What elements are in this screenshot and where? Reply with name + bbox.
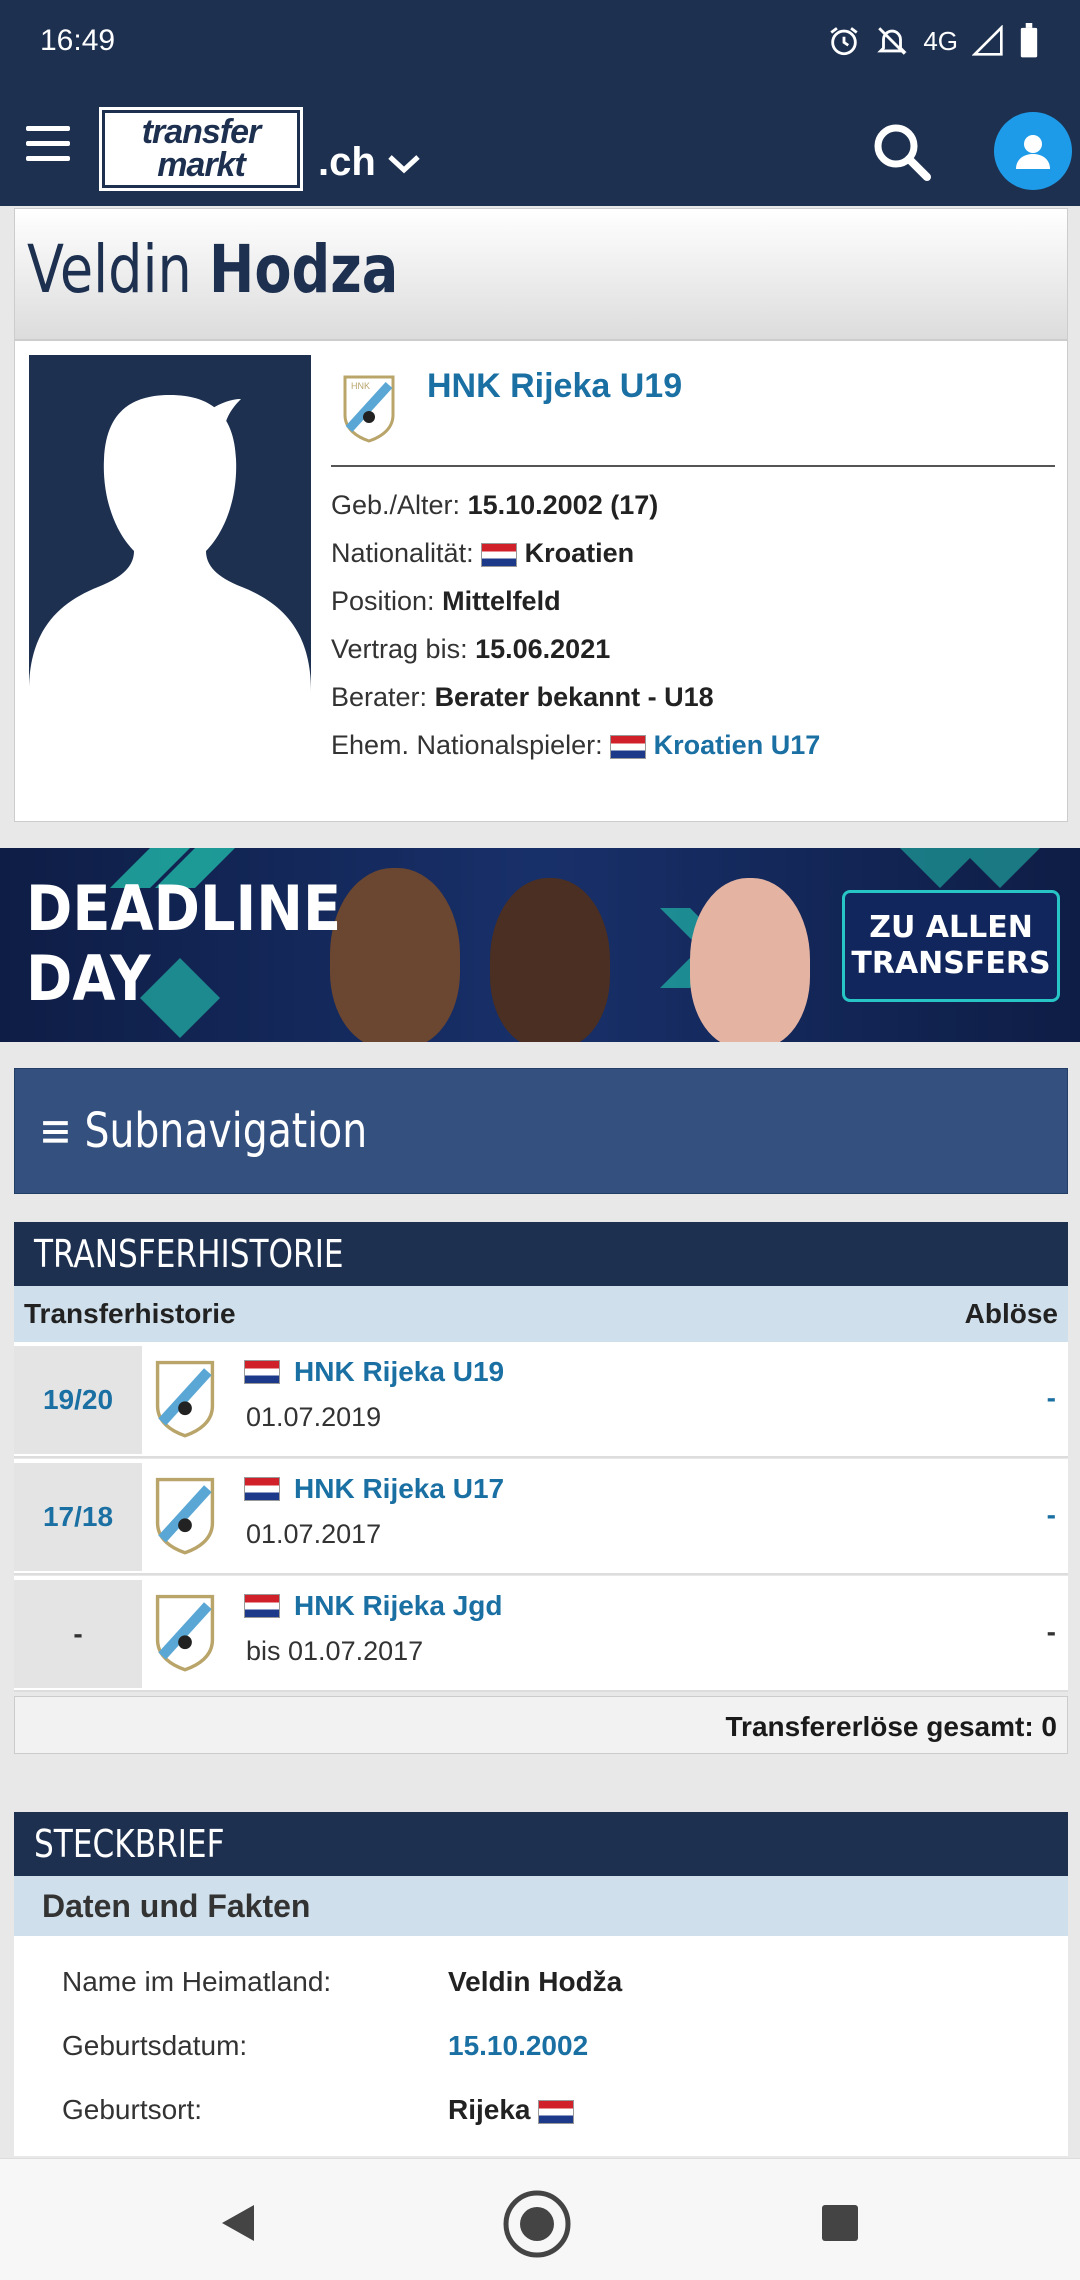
transfer-history-heading: TRANSFERHISTORIE [14,1222,1068,1286]
transfer-season[interactable]: 17/18 [14,1463,142,1571]
status-bar: 16:49 4G [0,0,1080,82]
battery-icon [1020,23,1038,58]
fact-birth: Geb./Alter: 15.10.2002 (17) [331,490,659,520]
back-icon[interactable] [216,2201,258,2245]
croatia-flag-icon [538,2099,575,2124]
player-first-name: Veldin [27,231,192,308]
status-time: 16:49 [40,24,116,57]
transfer-fee[interactable]: - [1047,1499,1056,1531]
croatia-flag-icon [244,1360,280,1384]
transfer-club[interactable]: HNK Rijeka U17 [294,1473,504,1505]
signal-icon [972,25,1003,56]
transfer-row[interactable]: 17/18 HNK Rijeka U17 01.07.2017 - [14,1459,1068,1575]
transfer-season: - [14,1580,142,1688]
fact-value: Rijeka [448,2094,575,2126]
transfer-row[interactable]: - HNK Rijeka Jgd bis 01.07.2017 - [14,1576,1068,1692]
menu-icon: ≡ [39,1103,85,1159]
facts-subheading: Daten und Fakten [14,1876,1068,1936]
transfer-table-header: Transferhistorie Ablöse [14,1286,1068,1342]
profile-heading: STECKBRIEF [14,1812,1068,1876]
transfermarkt-logo[interactable]: transfer markt [99,107,303,191]
club-crest-icon [155,1477,215,1555]
croatia-flag-icon [244,1594,280,1618]
domain-selector[interactable]: .ch [318,140,422,185]
domain-label: .ch [318,140,376,184]
transfer-date: 01.07.2019 [246,1402,382,1432]
subnavigation-toggle[interactable]: ≡ Subnavigation [14,1068,1068,1194]
system-navigation-bar [0,2158,1080,2280]
transfer-total: Transfererlöse gesamt: 0 [14,1696,1068,1754]
croatia-flag-icon [244,1477,280,1501]
national-team-link[interactable]: Kroatien U17 [654,730,821,760]
deadline-day-banner[interactable]: DEADLINE DAY ZU ALLEN TRANSFERS [0,848,1080,1042]
fact-value: Veldin Hodža [448,1966,623,1997]
fact-national-player: Ehem. Nationalspieler: Kroatien U17 [331,730,821,760]
player-last-name: Hodza [209,231,399,308]
fact-position: Position: Mittelfeld [331,586,561,616]
facts-table: Name im Heimatland: Veldin Hodža Geburts… [14,1936,1068,2156]
transfer-fee: - [1046,1616,1056,1647]
player-name: Veldin Hodza [27,231,398,308]
player-info-card: HNK HNK Rijeka U19 Geb./Alter: 15.10.200… [14,340,1068,822]
club-crest-icon [155,1594,215,1672]
fact-agent: Berater: Berater bekannt - U18 [331,682,714,712]
recents-icon[interactable] [820,2203,860,2243]
transfer-fee[interactable]: - [1047,1382,1056,1414]
transfer-date: bis 01.07.2017 [246,1636,424,1666]
user-account-button[interactable] [994,112,1072,190]
transfer-club[interactable]: HNK Rijeka Jgd [294,1590,503,1622]
club-crest-icon: HNK [343,375,395,443]
fact-label: Geburtsdatum: [62,2030,248,2061]
fact-nationality: Nationalität: Kroatien [331,538,635,568]
user-icon [1016,135,1050,169]
notifications-off-icon [877,27,908,55]
club-crest-icon [155,1360,215,1438]
birthdate-link[interactable]: 15.10.2002 [448,2030,588,2062]
search-icon[interactable] [870,120,934,184]
transfer-row[interactable]: 19/20 HNK Rijeka U19 01.07.2019 - [14,1342,1068,1458]
fact-label: Geburtsort: [62,2094,203,2125]
player-facts: Geb./Alter: 15.10.2002 (17) Nationalität… [331,481,820,769]
player-face-3 [690,878,810,1042]
croatia-flag-icon [481,542,518,567]
player-face-2 [490,878,610,1042]
home-icon[interactable] [502,2189,572,2259]
transfer-date: 01.07.2017 [246,1519,382,1549]
croatia-flag-icon [610,734,647,759]
status-icons: 4G [827,23,1040,59]
network-type: 4G [923,25,958,56]
all-transfers-button[interactable]: ZU ALLEN TRANSFERS [842,890,1060,1002]
current-club[interactable]: HNK HNK Rijeka U19 [331,361,1055,467]
alarm-icon [830,27,858,56]
transfer-season[interactable]: 19/20 [14,1346,142,1454]
svg-text:HNK: HNK [351,381,370,391]
player-face-1 [330,868,460,1042]
fact-label: Name im Heimatland: [62,1966,332,1997]
chevron-down-icon [388,154,420,173]
fact-contract: Vertrag bis: 15.06.2021 [331,634,611,664]
transfer-club[interactable]: HNK Rijeka U19 [294,1356,504,1388]
player-photo-placeholder [29,355,311,691]
player-header: Veldin Hodza [14,208,1068,340]
menu-icon[interactable] [26,126,70,162]
top-app-bar: transfer markt .ch [0,82,1080,206]
banner-title: DEADLINE DAY [26,872,342,1015]
club-name[interactable]: HNK Rijeka U19 [427,367,682,406]
